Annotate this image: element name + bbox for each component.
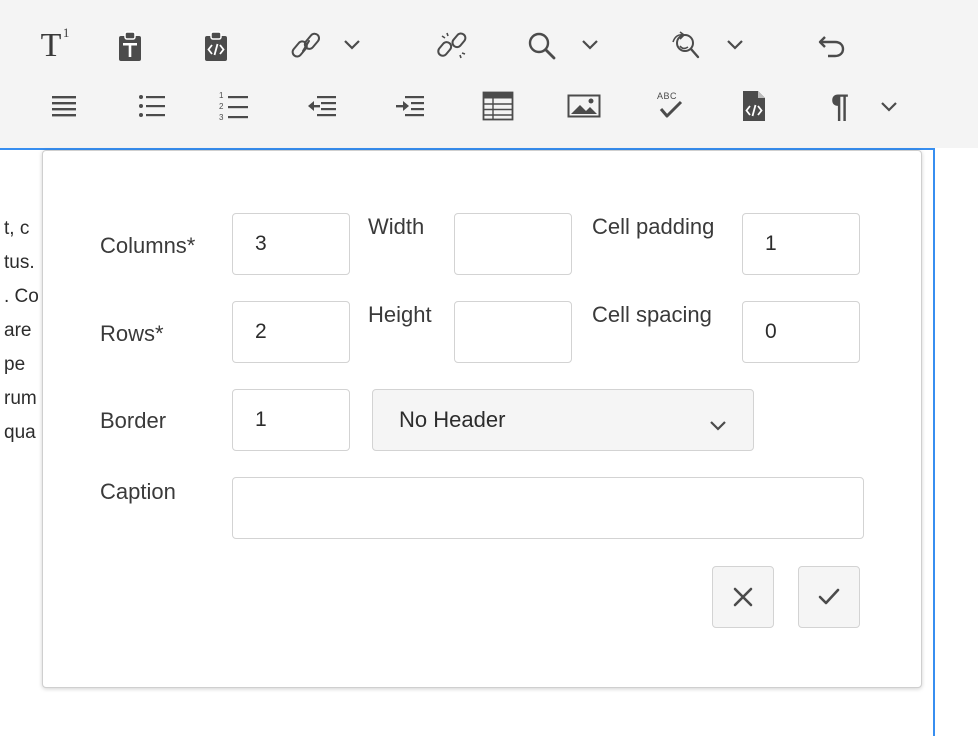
chevron-down-icon <box>709 412 727 438</box>
text-line: rum <box>4 388 37 409</box>
text-line: pe <box>4 354 26 375</box>
paste-button[interactable] <box>110 24 150 68</box>
find-button[interactable] <box>520 24 564 68</box>
text-line: . Co <box>4 286 39 307</box>
columns-input[interactable] <box>232 213 350 275</box>
cell-padding-label: Cell padding <box>592 214 715 239</box>
rich-text-toolbar: T1 1 2 3 ABC ¶ <box>0 0 978 148</box>
confirm-button[interactable] <box>798 566 860 628</box>
cancel-button[interactable] <box>712 566 774 628</box>
link-options-chevron[interactable] <box>343 38 361 56</box>
svg-text:3: 3 <box>219 113 224 122</box>
border-label: Border <box>100 408 167 433</box>
unlink-button[interactable] <box>430 24 474 68</box>
outdent-button[interactable] <box>302 84 342 128</box>
caption-label: Caption <box>100 479 176 504</box>
caption-input[interactable] <box>232 477 864 539</box>
spellcheck-button[interactable]: ABC <box>648 84 692 128</box>
table-icon <box>482 91 514 121</box>
link-button[interactable] <box>284 24 328 68</box>
paragraph-format-button[interactable]: ¶ <box>818 84 862 128</box>
rows-label: Rows* <box>100 321 164 346</box>
text-line: qua <box>4 422 36 443</box>
undo-icon <box>818 36 845 58</box>
editor-background-text: t, c tus. . Co are pe rum qua <box>4 212 44 450</box>
height-input[interactable] <box>454 301 572 363</box>
find-icon <box>528 32 556 60</box>
justify-button[interactable] <box>44 84 84 128</box>
find-replace-options-chevron[interactable] <box>726 38 744 56</box>
image-icon <box>567 94 601 118</box>
bulleted-list-button[interactable] <box>132 84 172 128</box>
width-input[interactable] <box>454 213 572 275</box>
svg-text:2: 2 <box>219 102 224 111</box>
unlink-icon <box>437 32 467 59</box>
indent-button[interactable] <box>390 84 430 128</box>
bulleted-list-icon <box>139 95 165 117</box>
source-edit-icon <box>743 91 765 121</box>
numbered-list-button[interactable]: 1 2 3 <box>214 84 254 128</box>
header-select[interactable]: No Header <box>372 389 754 451</box>
chevron-down-icon <box>582 40 598 50</box>
columns-label: Columns* <box>100 233 196 258</box>
chevron-down-icon <box>344 40 360 50</box>
spellcheck-icon: ABC <box>655 91 685 121</box>
width-label: Width <box>368 214 425 239</box>
rows-input[interactable] <box>232 301 350 363</box>
insert-table-button[interactable] <box>476 84 520 128</box>
border-input[interactable] <box>232 389 350 451</box>
undo-button[interactable] <box>810 24 854 68</box>
chevron-down-icon <box>727 40 743 50</box>
superscript-button[interactable]: T1 <box>26 24 76 68</box>
link-icon <box>291 32 321 58</box>
paste-code-button[interactable] <box>196 24 236 68</box>
cell-spacing-input[interactable] <box>742 301 860 363</box>
outdent-icon <box>308 96 336 117</box>
numbered-list-icon: 1 2 3 <box>219 91 248 122</box>
superscript-icon: T1 <box>40 25 70 64</box>
indent-icon <box>396 96 424 117</box>
close-icon <box>733 587 753 607</box>
justify-icon <box>52 96 76 117</box>
svg-text:1: 1 <box>219 91 224 100</box>
paragraph-options-chevron[interactable] <box>880 100 898 118</box>
text-line: are <box>4 320 32 341</box>
find-replace-button[interactable] <box>664 24 708 68</box>
source-edit-button[interactable] <box>732 84 776 128</box>
find-options-chevron[interactable] <box>581 38 599 56</box>
paste-code-icon <box>205 31 227 61</box>
insert-image-button[interactable] <box>562 84 606 128</box>
chevron-down-icon <box>881 102 897 112</box>
find-replace-icon <box>672 31 700 59</box>
paste-icon <box>119 31 141 61</box>
paragraph-icon: ¶ <box>831 87 849 124</box>
height-label: Height <box>368 302 432 327</box>
cell-padding-input[interactable] <box>742 213 860 275</box>
text-line: tus. <box>4 252 35 273</box>
checkmark-icon <box>818 588 840 605</box>
cell-spacing-label: Cell spacing <box>592 302 712 327</box>
header-select-value: No Header <box>399 407 506 432</box>
text-line: t, c <box>4 218 30 239</box>
